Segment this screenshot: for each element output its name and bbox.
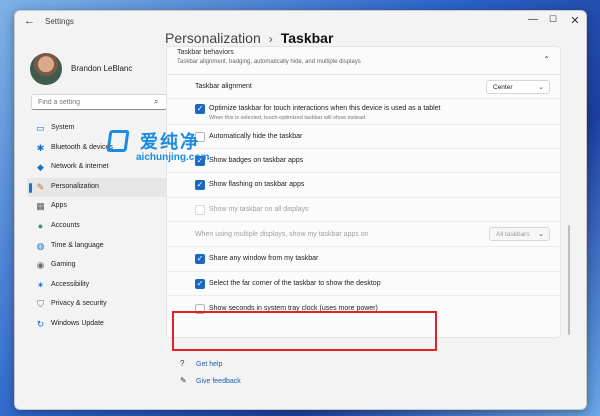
touch-sublabel: When this is selected, touch-optimized t… [209, 115, 366, 121]
sidebar-item-windows-update[interactable]: ↻ Windows Update [27, 315, 169, 335]
update-icon: ↻ [36, 318, 45, 329]
sidebar-item-apps[interactable]: ▦ Apps [27, 197, 169, 217]
sidebar-item-label: Gaming [51, 261, 76, 269]
sidebar: Brandon LeBlanc ⌕ ▭ System ✱ Bluetooth & de… [15, 33, 175, 409]
back-arrow-icon[interactable]: ← [24, 15, 35, 27]
search-icon[interactable]: ⌕ [154, 97, 158, 107]
sidebar-item-label: Privacy & security [51, 300, 107, 308]
share-checkbox[interactable]: ✓ [195, 254, 205, 264]
get-help-link[interactable]: Get help [196, 361, 222, 368]
touch-row: ✓ Optimize taskbar for touch interaction… [167, 99, 560, 125]
accessibility-icon: ✶ [36, 279, 45, 290]
far-corner-row: ✓ Select the far corner of the taskbar t… [167, 272, 560, 296]
sidebar-item-label: Personalization [51, 182, 99, 190]
sidebar-item-label: Windows Update [51, 319, 104, 327]
taskbar-alignment-value: Center [493, 84, 513, 91]
sidebar-item-label: Bluetooth & devices [51, 143, 113, 151]
sidebar-item-personalization[interactable]: ✎ Personalization [27, 177, 169, 198]
sidebar-item-label: Accessibility [51, 280, 90, 288]
wifi-icon: ◆ [37, 162, 44, 173]
feedback-icon: ✎ [180, 376, 187, 385]
section-subtitle: Taskbar alignment, badging, automaticall… [177, 59, 361, 65]
gamepad-icon: ◉ [36, 260, 45, 271]
maximize-icon[interactable]: ☐ [543, 14, 563, 25]
share-row: ✓ Share any window from my taskbar [167, 247, 560, 272]
multi-display-value: All taskbars [496, 231, 530, 238]
minimize-icon[interactable]: — [523, 14, 543, 25]
sidebar-item-label: Network & internet [51, 163, 109, 171]
apps-icon: ▦ [36, 201, 45, 212]
chevron-up-icon[interactable]: ⌃ [543, 55, 550, 64]
sidebar-item-privacy-security[interactable]: ⛉ Privacy & security [27, 295, 169, 315]
page-title: Taskbar [280, 30, 334, 46]
shield-icon: ⛉ [37, 299, 44, 310]
sidebar-item-label: Time & language [51, 241, 104, 249]
flashing-label: Show flashing on taskbar apps [209, 181, 305, 188]
breadcrumb-separator-icon: › [268, 32, 273, 46]
taskbar-behaviors-panel: Taskbar behaviors Taskbar alignment, bad… [166, 46, 561, 338]
scrollbar[interactable] [568, 225, 570, 335]
far-corner-label: Select the far corner of the taskbar to … [209, 280, 381, 287]
section-header[interactable]: Taskbar behaviors Taskbar alignment, bad… [167, 47, 560, 75]
sidebar-item-accounts[interactable]: ● Accounts [27, 217, 169, 237]
multi-display-row: When using multiple displays, show my ta… [167, 222, 560, 247]
all-displays-row: ✓ Show my taskbar on all displays [167, 198, 560, 222]
all-displays-checkbox: ✓ [195, 205, 205, 215]
watermark-cn: 爱纯净 [140, 132, 200, 152]
multi-display-label: When using multiple displays, show my ta… [195, 231, 369, 238]
chevron-down-icon: ⌄ [538, 84, 544, 91]
user-name: Brandon LeBlanc [71, 64, 133, 73]
taskbar-alignment-dropdown[interactable]: Center ⌄ [486, 80, 550, 94]
sidebar-item-gaming[interactable]: ◉ Gaming [27, 256, 169, 276]
taskbar-alignment-label: Taskbar alignment [195, 83, 252, 90]
brush-icon: ✎ [36, 181, 45, 192]
avatar[interactable] [30, 53, 62, 85]
far-corner-checkbox[interactable]: ✓ [195, 279, 205, 289]
highlight-box [172, 311, 437, 351]
share-label: Share any window from my taskbar [209, 255, 319, 262]
all-displays-label: Show my taskbar on all displays [209, 206, 309, 213]
person-icon: ● [37, 220, 44, 231]
flashing-checkbox[interactable]: ✓ [195, 180, 205, 190]
breadcrumb: Personalization › Taskbar [165, 30, 333, 46]
close-icon[interactable]: ✕ [565, 14, 585, 27]
bluetooth-icon: ✱ [36, 142, 45, 153]
chevron-down-icon: ⌄ [538, 231, 544, 238]
give-feedback-link[interactable]: Give feedback [196, 378, 241, 385]
sidebar-item-label: Apps [51, 202, 67, 210]
app-title: Settings [45, 17, 74, 26]
touch-label: Optimize taskbar for touch interactions … [209, 105, 441, 112]
touch-checkbox[interactable]: ✓ [195, 104, 205, 114]
search-input[interactable] [31, 94, 167, 110]
watermark: 爱纯净 aichunjing.com [106, 128, 238, 168]
monitor-icon: ▭ [36, 123, 45, 133]
sidebar-item-accessibility[interactable]: ✶ Accessibility [27, 276, 169, 296]
sidebar-item-label: Accounts [51, 221, 80, 229]
sidebar-item-time-language[interactable]: ◍ Time & language [27, 237, 169, 257]
sidebar-item-label: System [51, 124, 75, 131]
section-title: Taskbar behaviors [177, 49, 234, 56]
watermark-logo-icon [106, 130, 130, 152]
flashing-row: ✓ Show flashing on taskbar apps [167, 173, 560, 198]
taskbar-alignment-row: Taskbar alignment Center ⌄ [167, 75, 560, 99]
globe-icon: ◍ [36, 240, 45, 251]
help-icon: ? [180, 359, 185, 368]
multi-display-dropdown: All taskbars ⌄ [489, 227, 550, 241]
breadcrumb-parent[interactable]: Personalization [165, 30, 261, 46]
watermark-url: aichunjing.com [136, 152, 210, 163]
